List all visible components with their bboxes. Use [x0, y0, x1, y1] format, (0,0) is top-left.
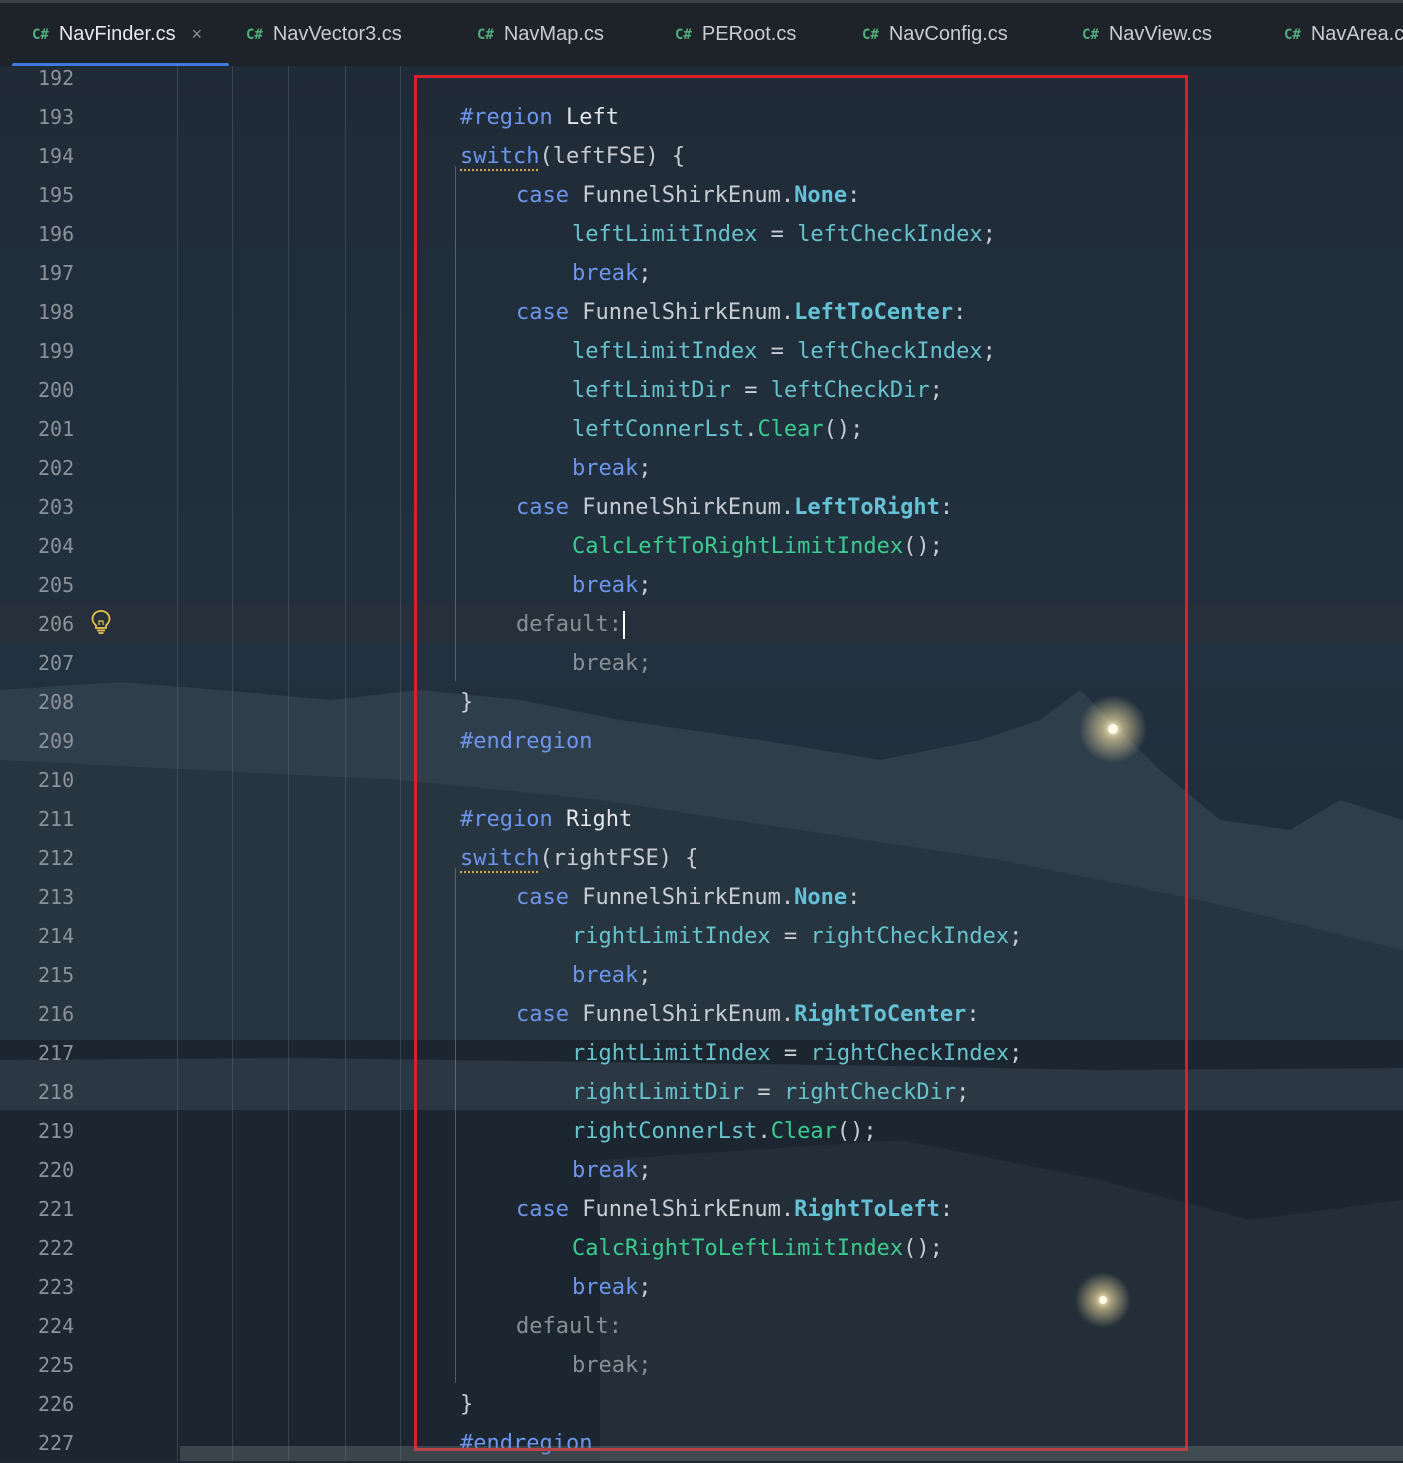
- line-number: 198: [38, 293, 74, 332]
- tab-navmap[interactable]: C# NavMap.cs: [477, 3, 604, 66]
- horizontal-scrollbar[interactable]: [180, 1446, 1403, 1461]
- line-number-gutter: 192 193 194 195 196 197 198 199 200 201 …: [0, 66, 178, 1461]
- tab-navconfig[interactable]: C# NavConfig.cs: [862, 3, 1008, 66]
- csharp-file-icon: C#: [246, 27, 263, 43]
- line-number: 195: [38, 176, 74, 215]
- line-number: 213: [38, 878, 74, 917]
- line-number: 216: [38, 995, 74, 1034]
- line-number: 210: [38, 761, 74, 800]
- line-number: 194: [38, 137, 74, 176]
- tab-navfinder[interactable]: C# NavFinder.cs ×: [32, 3, 202, 66]
- csharp-file-icon: C#: [862, 27, 879, 43]
- tab-navarea[interactable]: C# NavArea.c: [1284, 3, 1403, 66]
- line-number: 209: [38, 722, 74, 761]
- line-number: 221: [38, 1190, 74, 1229]
- line-number: 218: [38, 1073, 74, 1112]
- line-number: 227: [38, 1424, 74, 1463]
- line-number: 220: [38, 1151, 74, 1190]
- line-number: 206: [38, 605, 74, 644]
- csharp-file-icon: C#: [477, 27, 494, 43]
- lightbulb-icon[interactable]: [90, 609, 112, 635]
- line-number: 196: [38, 215, 74, 254]
- line-number: 208: [38, 683, 74, 722]
- tab-peroot[interactable]: C# PERoot.cs: [675, 3, 796, 66]
- line-number: 214: [38, 917, 74, 956]
- tab-label: NavView.cs: [1109, 23, 1212, 46]
- tab-label: NavArea.c: [1311, 23, 1403, 46]
- line-number: 205: [38, 566, 74, 605]
- highlight-annotation-box: [414, 75, 1188, 1451]
- line-number: 204: [38, 527, 74, 566]
- editor-tab-bar: C# NavFinder.cs × C# NavVector3.cs C# Na…: [0, 0, 1403, 66]
- line-number: 199: [38, 332, 74, 371]
- line-number: 201: [38, 410, 74, 449]
- indent-guide: [400, 66, 401, 1461]
- close-icon[interactable]: ×: [192, 24, 203, 45]
- line-number: 193: [38, 98, 74, 137]
- line-number: 197: [38, 254, 74, 293]
- tab-label: PERoot.cs: [702, 23, 796, 46]
- line-number: 192: [38, 59, 74, 98]
- line-number: 222: [38, 1229, 74, 1268]
- csharp-file-icon: C#: [1082, 27, 1099, 43]
- line-number: 219: [38, 1112, 74, 1151]
- tab-label: NavMap.cs: [504, 23, 604, 46]
- line-number: 203: [38, 488, 74, 527]
- tab-label: NavVector3.cs: [273, 23, 402, 46]
- line-number: 211: [38, 800, 74, 839]
- line-number: 217: [38, 1034, 74, 1073]
- indent-guide: [288, 66, 289, 1461]
- line-number: 207: [38, 644, 74, 683]
- line-number: 225: [38, 1346, 74, 1385]
- indent-guide: [345, 66, 346, 1461]
- line-number: 226: [38, 1385, 74, 1424]
- tab-label: NavConfig.cs: [889, 23, 1008, 46]
- csharp-file-icon: C#: [675, 27, 692, 43]
- tab-navview[interactable]: C# NavView.cs: [1082, 3, 1212, 66]
- line-number: 202: [38, 449, 74, 488]
- tab-navvector3[interactable]: C# NavVector3.cs: [246, 3, 402, 66]
- csharp-file-icon: C#: [1284, 27, 1301, 43]
- line-number: 200: [38, 371, 74, 410]
- line-number: 215: [38, 956, 74, 995]
- indent-guide: [232, 66, 233, 1461]
- csharp-file-icon: C#: [32, 27, 49, 43]
- line-number: 212: [38, 839, 74, 878]
- line-number: 223: [38, 1268, 74, 1307]
- tab-label: NavFinder.cs: [59, 23, 176, 46]
- line-number: 224: [38, 1307, 74, 1346]
